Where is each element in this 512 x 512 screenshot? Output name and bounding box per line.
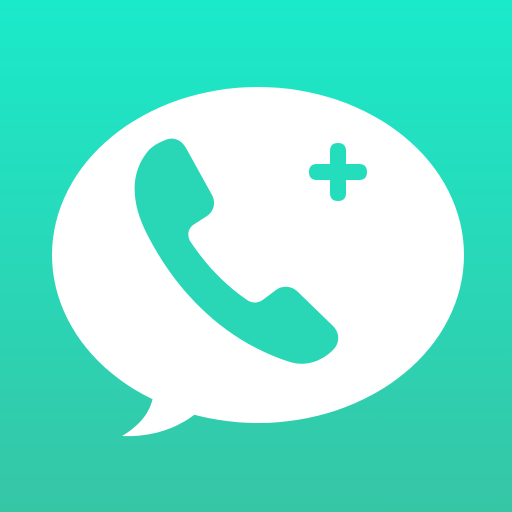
app-icon-graphic <box>0 0 512 512</box>
app-icon[interactable] <box>0 0 512 512</box>
